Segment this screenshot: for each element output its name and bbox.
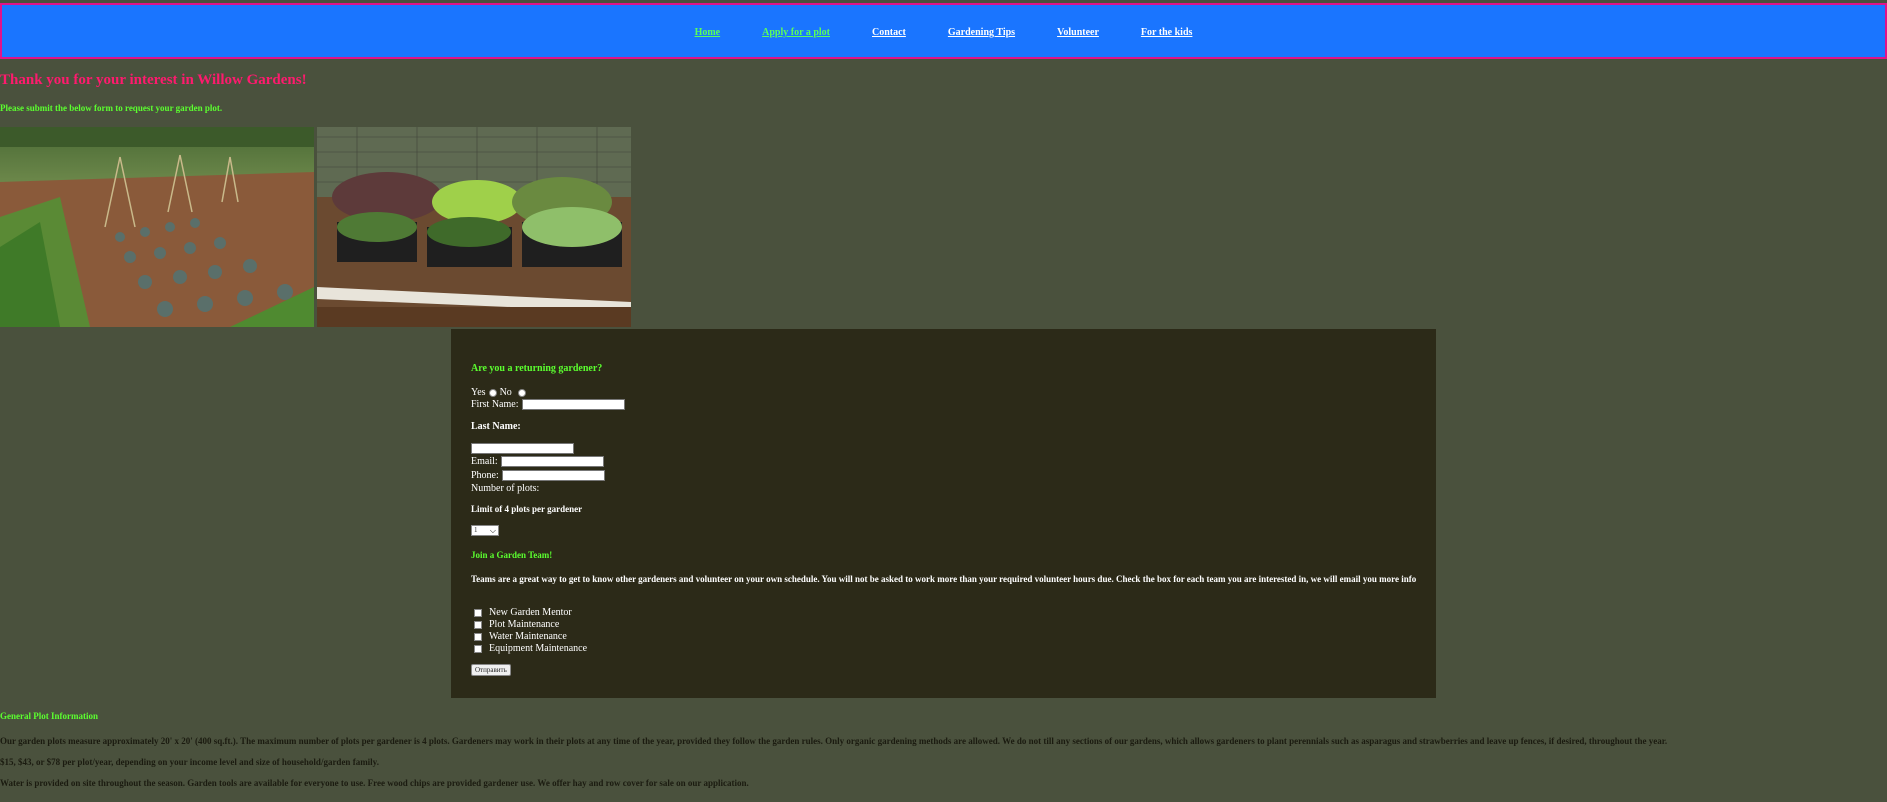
- returning-question: Are you a returning gardener?: [471, 363, 603, 374]
- team-label: Plot Maintenance: [489, 619, 560, 630]
- nav-list: Home Apply for a plot Contact Gardening …: [674, 22, 1214, 40]
- team-checkbox-equipment-maintenance[interactable]: [474, 644, 482, 653]
- nav-link-gardening-tips[interactable]: Gardening Tips: [948, 27, 1015, 38]
- team-option-row: Water Maintenance: [471, 631, 567, 642]
- plot-request-form: Are you a returning gardener? Yes No Fir…: [451, 329, 1436, 698]
- plots-label: Number of plots:: [471, 483, 540, 494]
- plots-row: Number of plots:: [471, 483, 539, 494]
- last-name-label: Last Name:: [471, 421, 521, 432]
- first-name-label: First Name:: [471, 399, 519, 410]
- returning-yes-radio[interactable]: [488, 388, 497, 397]
- yes-label: Yes: [471, 387, 486, 398]
- page-subtitle: Please submit the below form to request …: [0, 103, 223, 113]
- info-line: Water is provided on site throughout the…: [0, 778, 749, 788]
- team-label: Equipment Maintenance: [489, 643, 588, 654]
- plots-select[interactable]: 1 ⌵: [471, 525, 499, 536]
- top-navigation: Home Apply for a plot Contact Gardening …: [0, 3, 1887, 59]
- info-line: Our garden plots measure approximately 2…: [0, 736, 1668, 746]
- raised-bed-photo: [317, 127, 631, 327]
- email-row: Email:: [471, 456, 604, 467]
- team-option-row: Plot Maintenance: [471, 619, 559, 630]
- nav-link-for-the-kids[interactable]: For the kids: [1141, 27, 1193, 38]
- email-label: Email:: [471, 456, 498, 467]
- no-label: No: [499, 387, 512, 398]
- team-checkbox-plot-maintenance[interactable]: [474, 620, 482, 629]
- email-field[interactable]: [500, 456, 604, 467]
- team-heading: Join a Garden Team!: [471, 550, 553, 560]
- garden-field-photo: [0, 127, 314, 327]
- last-name-field[interactable]: [471, 443, 574, 454]
- info-heading: General Plot Information: [0, 711, 98, 721]
- team-label: New Garden Mentor: [489, 607, 572, 618]
- team-description: Teams are a great way to get to know oth…: [471, 574, 1417, 584]
- team-checkbox-water-maintenance[interactable]: [474, 632, 482, 641]
- nav-link-volunteer[interactable]: Volunteer: [1057, 27, 1099, 38]
- info-line: $15, $43, or $78 per plot/year, dependin…: [0, 757, 379, 767]
- team-label: Water Maintenance: [489, 631, 567, 642]
- phone-field[interactable]: [501, 470, 605, 481]
- team-checkbox-new-garden-mentor[interactable]: [474, 608, 482, 617]
- last-name-row: [471, 443, 574, 454]
- garden-photos: [0, 127, 631, 327]
- page-title: Thank you for your interest in Willow Ga…: [0, 72, 307, 88]
- team-option-row: Equipment Maintenance: [471, 643, 587, 654]
- phone-label: Phone:: [471, 470, 499, 481]
- team-option-row: New Garden Mentor: [471, 607, 572, 618]
- first-name-field[interactable]: [521, 399, 625, 410]
- first-name-row: First Name:: [471, 399, 625, 410]
- nav-link-apply[interactable]: Apply for a plot: [762, 27, 830, 38]
- submit-button[interactable]: Отправить: [471, 664, 511, 676]
- returning-no-radio[interactable]: [517, 388, 526, 397]
- phone-row: Phone:: [471, 470, 605, 481]
- returning-radio-group: Yes No: [471, 387, 526, 398]
- chevron-down-icon: ⌵: [489, 526, 496, 535]
- nav-link-contact[interactable]: Contact: [872, 27, 906, 38]
- nav-link-home[interactable]: Home: [695, 27, 721, 38]
- plots-selected-value: 1: [474, 526, 478, 534]
- plots-limit-note: Limit of 4 plots per gardener: [471, 504, 583, 514]
